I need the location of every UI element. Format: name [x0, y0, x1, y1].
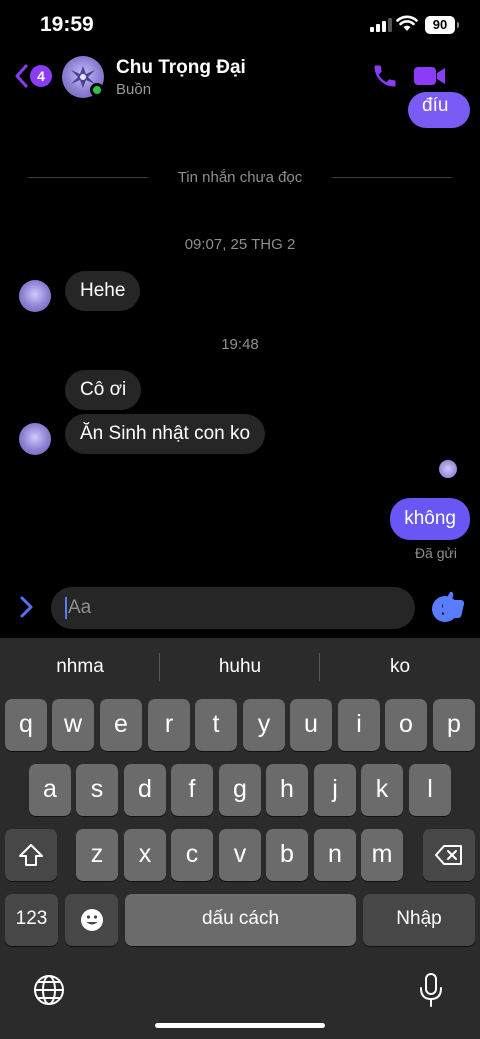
- space-key[interactable]: dấu cách: [125, 894, 356, 946]
- wifi-icon: [396, 15, 418, 31]
- back-chevron-icon: [15, 64, 28, 88]
- key-j[interactable]: j: [314, 764, 356, 816]
- microphone-icon[interactable]: [418, 972, 444, 1008]
- key-d[interactable]: d: [124, 764, 166, 816]
- key-h[interactable]: h: [266, 764, 308, 816]
- return-key[interactable]: Nhập: [363, 894, 475, 946]
- message-input[interactable]: Aa: [51, 587, 458, 629]
- key-p[interactable]: p: [433, 699, 475, 751]
- globe-icon[interactable]: [32, 973, 66, 1007]
- message-bubble-outgoing[interactable]: đíu: [408, 92, 470, 128]
- key-t[interactable]: t: [195, 699, 237, 751]
- key-s[interactable]: s: [76, 764, 118, 816]
- unread-divider: Tin nhắn chưa đọc: [28, 168, 452, 188]
- video-camera-icon[interactable]: [413, 64, 447, 88]
- online-status-dot: [90, 83, 104, 97]
- chat-header: 4 Chu Trọng Đại Buồn: [0, 50, 480, 106]
- key-n[interactable]: n: [314, 829, 356, 881]
- text-caret: [65, 597, 67, 619]
- key-c[interactable]: c: [171, 829, 213, 881]
- message-bubble-incoming[interactable]: Hehe: [65, 271, 141, 311]
- backspace-icon: [435, 845, 462, 866]
- back-button[interactable]: 4: [14, 64, 52, 88]
- key-o[interactable]: o: [385, 699, 427, 751]
- sender-avatar[interactable]: [19, 423, 51, 455]
- message-text: đíu: [422, 95, 449, 116]
- key-i[interactable]: i: [338, 699, 380, 751]
- thumbs-up-icon[interactable]: [434, 589, 466, 621]
- key-k[interactable]: k: [361, 764, 403, 816]
- key-v[interactable]: v: [219, 829, 261, 881]
- key-a[interactable]: a: [29, 764, 71, 816]
- emoji-keyboard-key[interactable]: [65, 894, 118, 946]
- status-bar: 19:59 90: [0, 0, 480, 52]
- expand-chevron-icon[interactable]: [16, 595, 36, 619]
- backspace-key[interactable]: [423, 829, 475, 881]
- numbers-key[interactable]: 123: [5, 894, 58, 946]
- sent-status: Đã gửi: [414, 545, 457, 561]
- sender-avatar[interactable]: [19, 280, 51, 312]
- keyboard: nhma huhu ko q w e r t y u i o p a s d f…: [0, 638, 480, 1039]
- home-indicator[interactable]: [155, 1023, 325, 1028]
- timestamp: 09:07, 25 THG 2: [184, 236, 296, 253]
- seen-indicator-avatar: [439, 460, 457, 478]
- phone-icon[interactable]: [371, 62, 399, 90]
- contact-name[interactable]: Chu Trọng Đại: [116, 57, 246, 79]
- suggestion-item[interactable]: ko: [320, 638, 480, 696]
- key-f[interactable]: f: [171, 764, 213, 816]
- key-m[interactable]: m: [361, 829, 403, 881]
- key-w[interactable]: w: [52, 699, 94, 751]
- unread-divider-label: Tin nhắn chưa đọc: [177, 169, 303, 186]
- key-x[interactable]: x: [124, 829, 166, 881]
- suggestion-item[interactable]: huhu: [160, 638, 320, 696]
- battery-indicator: 90: [425, 16, 459, 34]
- shift-icon: [19, 844, 43, 867]
- message-input-placeholder: Aa: [68, 597, 92, 618]
- contact-status: Buồn: [116, 81, 152, 98]
- key-r[interactable]: r: [148, 699, 190, 751]
- suggestion-item[interactable]: nhma: [0, 638, 160, 696]
- key-l[interactable]: l: [409, 764, 451, 816]
- suggestion-bar: nhma huhu ko: [0, 638, 480, 696]
- unread-count-badge: 4: [30, 65, 52, 87]
- cellular-signal-icon: [370, 18, 392, 32]
- key-g[interactable]: g: [219, 764, 261, 816]
- message-composer: Aa: [0, 586, 480, 630]
- key-q[interactable]: q: [5, 699, 47, 751]
- key-u[interactable]: u: [290, 699, 332, 751]
- key-b[interactable]: b: [266, 829, 308, 881]
- shift-key[interactable]: [5, 829, 57, 881]
- key-e[interactable]: e: [100, 699, 142, 751]
- status-time: 19:59: [40, 13, 94, 36]
- message-bubble-outgoing[interactable]: không: [390, 498, 470, 540]
- timestamp: 19:48: [221, 336, 259, 353]
- keyboard-emoji-icon: [80, 909, 103, 932]
- message-bubble-incoming[interactable]: Ăn Sinh nhật con ko: [65, 414, 266, 454]
- key-z[interactable]: z: [76, 829, 118, 881]
- message-bubble-incoming[interactable]: Cô ơi: [65, 370, 142, 410]
- key-y[interactable]: y: [243, 699, 285, 751]
